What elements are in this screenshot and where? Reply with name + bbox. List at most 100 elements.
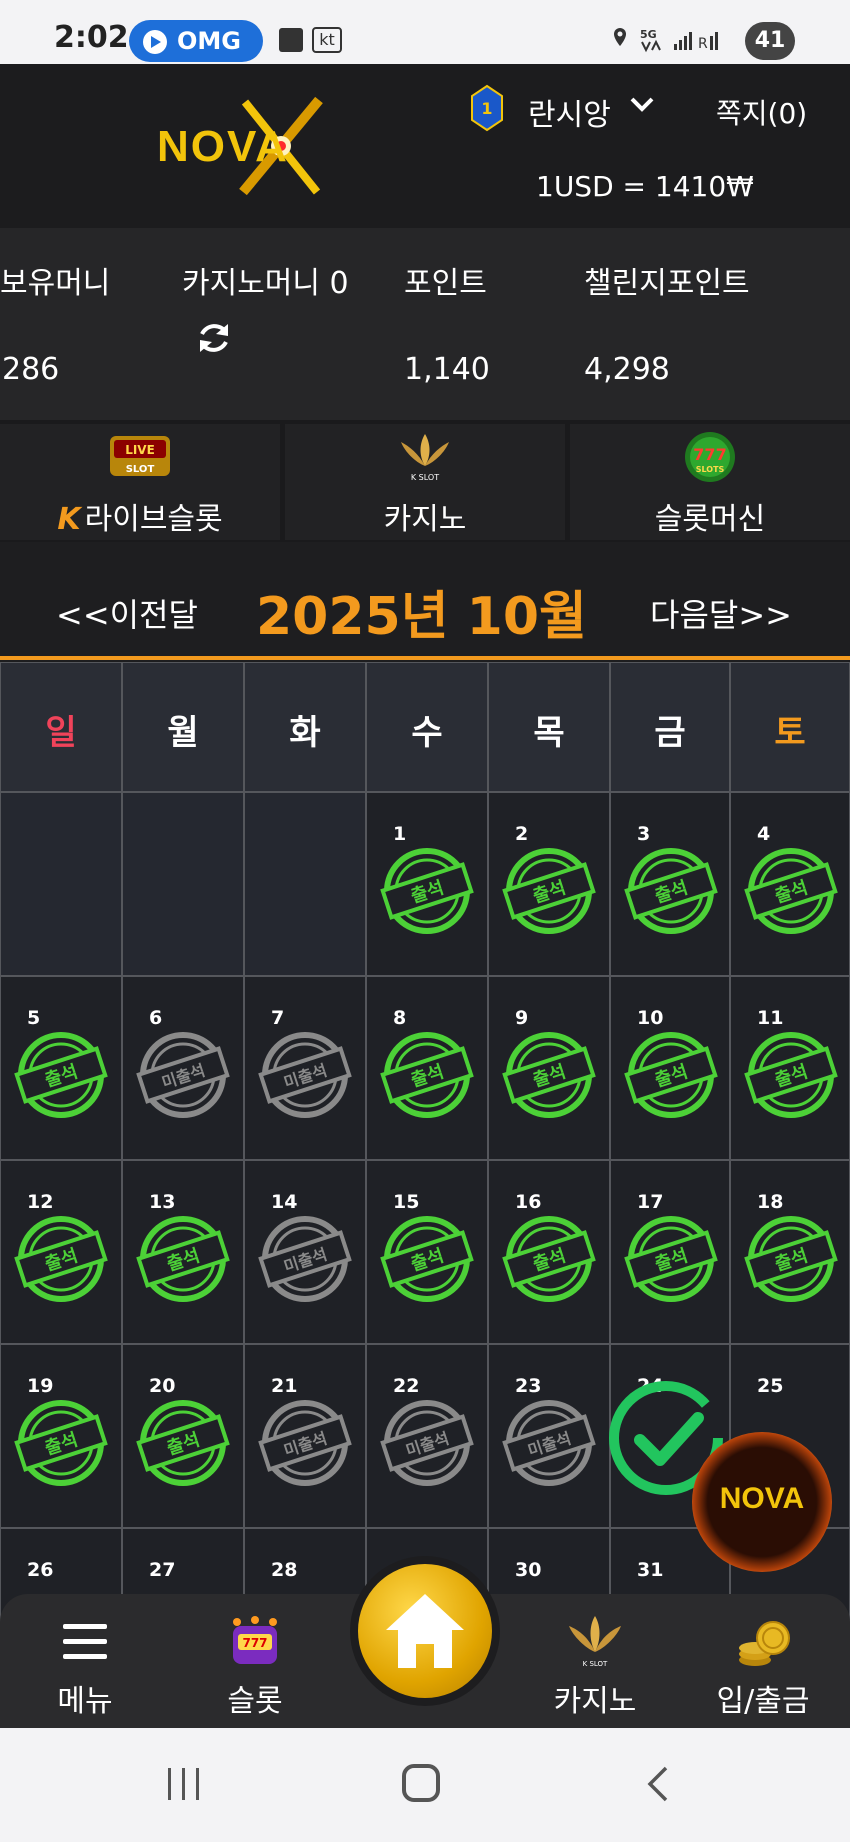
calendar-day-cell: 13 출석	[122, 1160, 244, 1344]
recent-apps-icon[interactable]	[164, 1766, 204, 1802]
nav-slot[interactable]: 777 슬롯	[190, 1594, 320, 1728]
svg-text:1: 1	[481, 99, 492, 118]
day-number: 17	[637, 1191, 664, 1213]
day-number: 11	[757, 1007, 784, 1029]
home-button[interactable]	[350, 1556, 500, 1706]
nav-casino[interactable]: K SLOT 카지노	[530, 1594, 660, 1728]
absence-stamp-icon: 미출석	[502, 1400, 596, 1486]
attendance-stamp-icon: 출석	[502, 1032, 596, 1118]
day-number: 14	[271, 1191, 298, 1213]
calendar-day-cell: 20 출석	[122, 1344, 244, 1528]
home-icon	[386, 1594, 464, 1668]
live-slot-icon: LIVE SLOT	[110, 436, 170, 476]
day-number: 7	[271, 1007, 285, 1029]
weekday-header: 목	[488, 662, 610, 792]
calendar-day-cell: 11 출석	[730, 976, 850, 1160]
battery-indicator: 41	[745, 22, 795, 60]
day-number: 18	[757, 1191, 784, 1213]
svg-text:777: 777	[693, 445, 726, 464]
day-number: 27	[149, 1559, 176, 1581]
svg-text:LIVE: LIVE	[125, 443, 155, 457]
day-number: 31	[637, 1559, 664, 1581]
day-number: 9	[515, 1007, 529, 1029]
day-number: 12	[27, 1191, 54, 1213]
day-number: 8	[393, 1007, 407, 1029]
absence-stamp-icon: 미출석	[258, 1400, 352, 1486]
category-casino[interactable]: K SLOT 카지노	[285, 424, 565, 540]
app-root: 2:02 OMG kt 5G R 41 NOVA 1 란시앙 쪽지(0) 1US…	[0, 0, 850, 1842]
omg-pill[interactable]: OMG	[129, 20, 263, 62]
day-number: 26	[27, 1559, 54, 1581]
calendar-day-cell: 12 출석	[0, 1160, 122, 1344]
hamburger-menu-icon	[63, 1624, 107, 1659]
challenge-point-value: 4,298	[584, 352, 670, 387]
calendar-day-cell: 9 출석	[488, 976, 610, 1160]
calendar-day-cell: 10 출석	[610, 976, 730, 1160]
chevron-down-icon[interactable]	[628, 94, 656, 116]
attendance-stamp-icon: 출석	[136, 1216, 230, 1302]
day-number: 20	[149, 1375, 176, 1397]
money-value: 286	[2, 352, 60, 387]
svg-text:K SLOT: K SLOT	[583, 1660, 608, 1668]
nova-logo[interactable]: NOVA	[157, 96, 339, 196]
svg-text:SLOTS: SLOTS	[696, 465, 725, 474]
day-number: 19	[27, 1375, 54, 1397]
calendar-day-cell	[0, 792, 122, 976]
day-number: 22	[393, 1375, 420, 1397]
weekday-header: 수	[366, 662, 488, 792]
day-number: 3	[637, 823, 651, 845]
day-number: 15	[393, 1191, 420, 1213]
k-slot-lotus-icon: K SLOT	[401, 434, 449, 482]
absence-stamp-icon: 미출석	[258, 1032, 352, 1118]
absence-stamp-icon: 미출석	[380, 1400, 474, 1486]
system-home-icon[interactable]	[402, 1764, 440, 1802]
category-live-slot[interactable]: LIVE SLOT K 라이브슬롯	[0, 424, 280, 540]
day-number: 5	[27, 1007, 41, 1029]
weekday-header: 금	[610, 662, 730, 792]
attendance-stamp-icon: 출석	[380, 1032, 474, 1118]
svg-text:777: 777	[242, 1636, 267, 1650]
svg-text:SLOT: SLOT	[126, 464, 155, 475]
attendance-stamp-icon: 출석	[14, 1216, 108, 1302]
next-month-link[interactable]: 다음달>>	[650, 590, 792, 636]
calendar-day-cell: 15 출석	[366, 1160, 488, 1344]
status-time: 2:02	[54, 20, 129, 55]
category-slot-machine[interactable]: 777 SLOTS 슬롯머신	[570, 424, 850, 540]
attendance-stamp-icon: 출석	[14, 1400, 108, 1486]
refresh-icon[interactable]	[194, 318, 234, 358]
coins-icon	[739, 1621, 790, 1666]
level-badge-icon: 1	[471, 84, 503, 132]
username[interactable]: 란시앙	[528, 90, 611, 134]
play-icon	[143, 30, 167, 54]
day-number: 21	[271, 1375, 298, 1397]
balance-panel: 보유머니 286 카지노머니 0 포인트 1,140 챌린지포인트 4,298	[0, 228, 850, 420]
attendance-stamp-icon: 출석	[380, 848, 474, 934]
calendar-day-cell: 16 출석	[488, 1160, 610, 1344]
svg-text:5G: 5G	[640, 28, 657, 41]
messages-link[interactable]: 쪽지(0)	[716, 92, 807, 132]
point-label: 포인트	[404, 266, 487, 301]
current-month: 2025년 10월	[256, 587, 587, 647]
nav-menu[interactable]: 메뉴	[20, 1594, 150, 1728]
attendance-stamp-icon: 출석	[744, 1032, 838, 1118]
nav-deposit-withdraw[interactable]: 입/출금	[698, 1594, 828, 1728]
calendar-day-cell: 1 출석	[366, 792, 488, 976]
system-navigation-bar	[0, 1728, 850, 1842]
challenge-point-label: 챌린지포인트	[584, 266, 750, 301]
calendar-day-cell: 3 출석	[610, 792, 730, 976]
weekday-header: 월	[122, 662, 244, 792]
nova-floating-button[interactable]: NOVA	[692, 1432, 832, 1572]
day-number: 25	[757, 1375, 784, 1397]
calendar-day-cell: 22 미출석	[366, 1344, 488, 1528]
calendar-day-cell: 6 미출석	[122, 976, 244, 1160]
attendance-stamp-icon: 출석	[14, 1032, 108, 1118]
svg-text:R: R	[698, 36, 708, 52]
signal-icons: 5G R	[614, 28, 718, 53]
calendar-day-cell: 23 미출석	[488, 1344, 610, 1528]
slot-machine-icon: 777	[233, 1616, 277, 1664]
prev-month-link[interactable]: <<이전달	[56, 590, 198, 636]
back-icon[interactable]	[646, 1764, 670, 1804]
exchange-rate: 1USD = 1410₩	[536, 170, 754, 203]
month-navigation: <<이전달 2025년 10월 다음달>>	[0, 542, 850, 660]
attendance-stamp-icon: 출석	[136, 1400, 230, 1486]
